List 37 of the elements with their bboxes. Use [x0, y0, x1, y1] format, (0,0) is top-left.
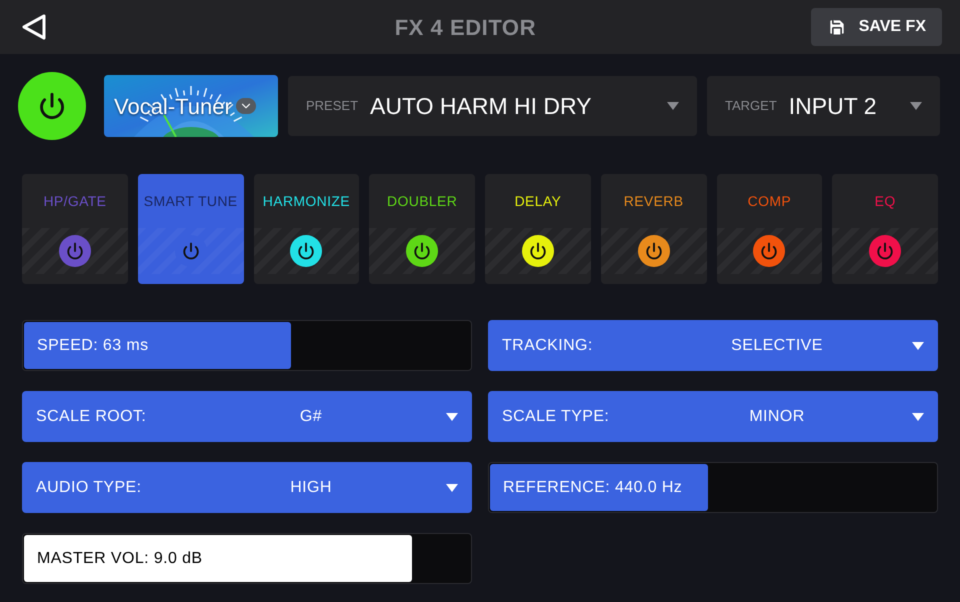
dropdown[interactable]: AUDIO TYPE: HIGH: [22, 462, 472, 513]
save-button[interactable]: SAVE FX: [810, 8, 942, 46]
caret-icon: [912, 412, 924, 420]
caret-icon: [446, 484, 458, 492]
effect-block[interactable]: HP/GATE: [22, 174, 128, 284]
power-icon: [869, 235, 902, 267]
dropdown[interactable]: SCALE TYPE: MINOR: [488, 391, 938, 442]
slider[interactable]: MASTER VOL: 9.0 dB: [22, 533, 472, 584]
slider-label: REFERENCE: 440.0 Hz: [503, 478, 682, 498]
power-icon: [38, 92, 66, 120]
window-title: FX 4 EDITOR: [394, 14, 536, 42]
power-icon: [522, 235, 554, 267]
power-icon: [174, 235, 207, 267]
back-icon: [21, 13, 47, 41]
preset-dropdown[interactable]: PRESET AUTO HARM HI DRY: [288, 76, 697, 136]
target-dropdown[interactable]: TARGET INPUT 2: [707, 76, 940, 136]
effect-block[interactable]: DOUBLER: [369, 174, 475, 284]
power-icon: [290, 235, 322, 267]
power-icon: [58, 235, 91, 267]
slider[interactable]: SPEED: 63 ms: [22, 320, 472, 371]
dropdown[interactable]: TRACKING: SELECTIVE: [488, 320, 938, 371]
effect-block[interactable]: HARMONIZE: [254, 174, 360, 284]
effect-block[interactable]: COMP: [716, 174, 822, 284]
caret-icon: [910, 102, 922, 110]
power-icon: [753, 235, 786, 267]
power-icon: [638, 235, 670, 267]
dropdown[interactable]: SCALE ROOT: G#: [22, 391, 472, 442]
effect-block[interactable]: EQ: [832, 174, 938, 284]
caret-icon: [446, 412, 458, 420]
power-icon: [406, 235, 438, 267]
slider-label: MASTER VOL: 9.0 dB: [37, 548, 202, 568]
effect-block[interactable]: REVERB: [600, 174, 706, 284]
caret-icon: [667, 102, 679, 110]
slider[interactable]: REFERENCE: 440.0 Hz: [488, 462, 938, 513]
effect-block[interactable]: DELAY: [485, 174, 591, 284]
caret-icon: [912, 342, 924, 350]
slider-label: SPEED: 63 ms: [37, 336, 149, 356]
